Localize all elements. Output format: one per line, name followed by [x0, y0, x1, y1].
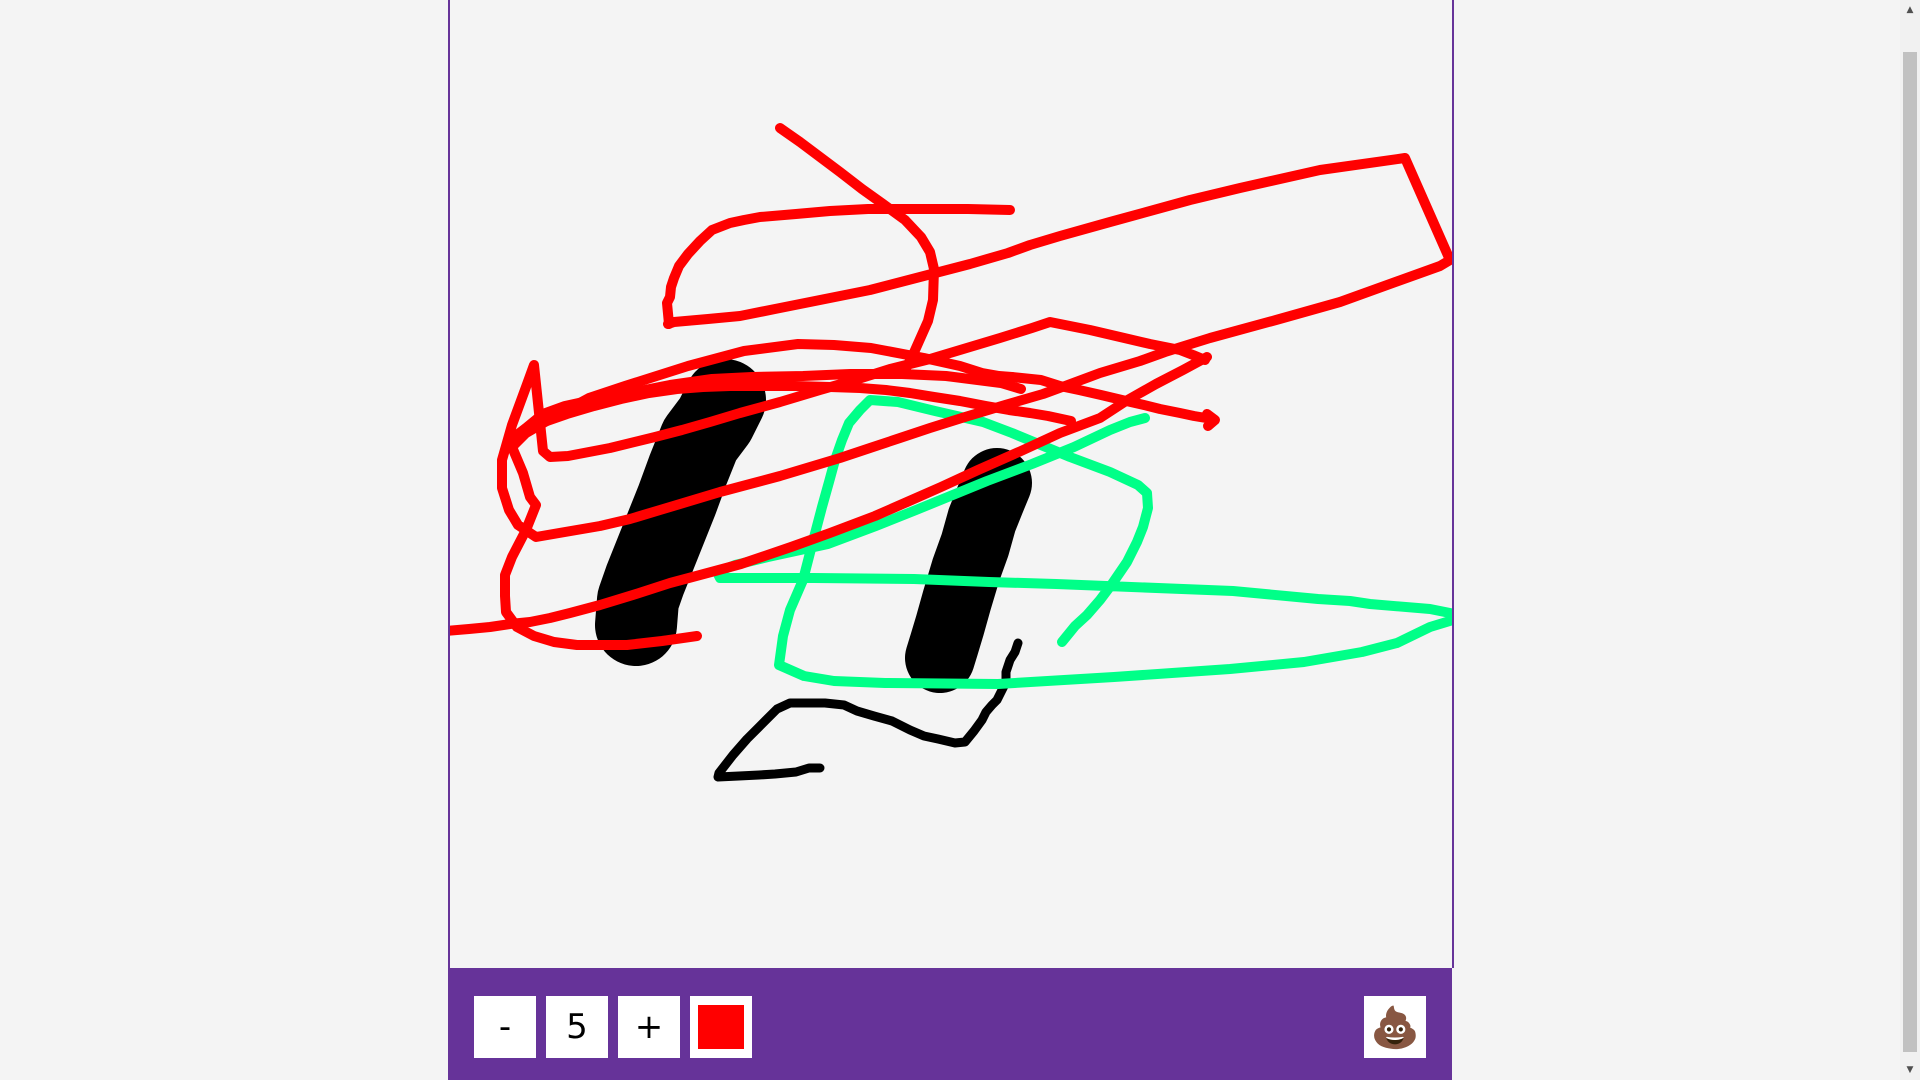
scroll-down-arrow-icon[interactable]: ▼: [1900, 1060, 1920, 1080]
increase-size-button[interactable]: +: [618, 996, 680, 1058]
color-swatch: [698, 1005, 744, 1049]
red-stroke-upper-loop: [775, 123, 939, 375]
vertical-scrollbar[interactable]: ▲ ▼: [1900, 0, 1920, 1080]
poop-emoji-button[interactable]: 💩: [1364, 996, 1426, 1058]
red-stroke-outline-top: [546, 298, 750, 352]
scroll-up-arrow-icon[interactable]: ▲: [1900, 0, 1920, 20]
canvas-drawing: [450, 123, 1452, 782]
brush-size-display: 5: [546, 996, 608, 1058]
toolbar: - 5 + 💩: [448, 968, 1452, 1080]
red-stroke-connector-2: [1202, 409, 1220, 431]
black-oval-right: [905, 448, 1032, 693]
drawing-canvas[interactable]: [448, 0, 1454, 968]
decrease-size-button[interactable]: -: [474, 996, 536, 1058]
scrollbar-thumb[interactable]: [1903, 52, 1917, 1052]
green-stroke: [712, 395, 1452, 689]
color-picker-button[interactable]: [690, 996, 752, 1058]
drawing-app: - 5 + 💩: [448, 0, 1454, 1080]
